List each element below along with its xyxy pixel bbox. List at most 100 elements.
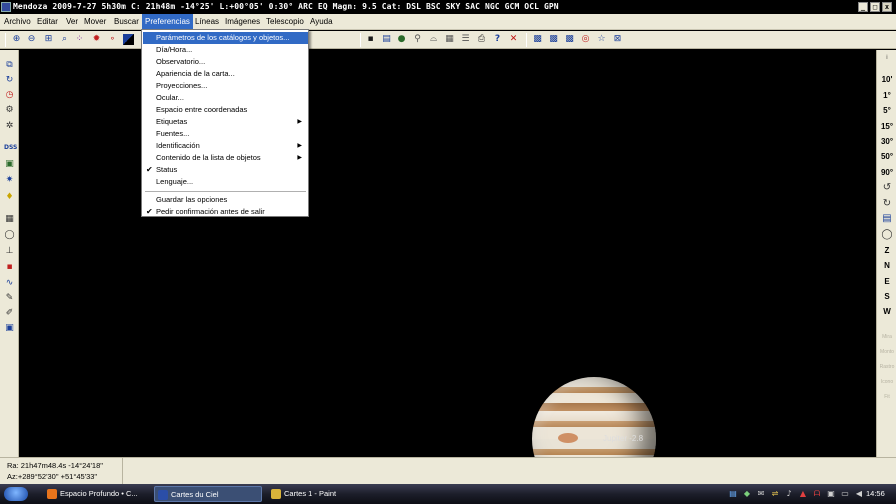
mount-icon[interactable]: ▤ [881,213,893,225]
help-icon[interactable]: ? [492,34,503,45]
close-button[interactable]: x [882,2,892,12]
image-icon[interactable]: ▣ [4,159,15,170]
antivirus-icon[interactable]: ▲ [798,489,808,499]
menu-lineas[interactable]: Líneas [192,14,222,30]
fov-50deg[interactable]: 50° [877,151,896,162]
zoom-out-icon[interactable]: ⊖ [26,34,37,45]
refresh-icon[interactable]: ↻ [4,75,15,86]
dd-projections[interactable]: Proyecciones... [143,80,308,92]
horizon-circle-icon[interactable]: ◯ [881,229,893,241]
dd-confirm-exit[interactable]: ✔ Pedir confirmación antes de salir [143,206,308,218]
fov-30deg[interactable]: 30° [877,136,896,147]
task-paint[interactable]: Cartes 1 - Paint [268,486,372,502]
grid-ecl-icon[interactable]: ▩ [564,34,575,45]
menu-mover[interactable]: Mover [81,14,109,30]
telescope-track-button[interactable]: Rastro [877,362,896,373]
direction-east[interactable]: E [877,276,896,287]
clock-icon[interactable]: ◷ [4,90,15,101]
save-icon[interactable]: ▪ [365,34,376,45]
pencil-icon[interactable]: ✎ [4,293,15,304]
open-icon[interactable]: ▤ [381,34,392,45]
jupiter-planet[interactable] [532,377,656,457]
rotate-left-icon[interactable]: ↺ [881,182,893,194]
display-icon[interactable]: ▣ [826,489,836,499]
planet-icon[interactable]: ∘ [107,34,118,45]
bulb-icon[interactable]: ♦ [4,192,15,203]
dd-date-time[interactable]: Día/Hora... [143,44,308,56]
calendar-icon[interactable]: ▦ [444,34,455,45]
telescope-mount-button[interactable]: Monto [877,347,896,358]
target-icon[interactable]: ◎ [580,34,591,45]
constellation-icon[interactable]: ⁘ [74,34,85,45]
menu-archivo[interactable]: Archivo [1,14,34,30]
fov-1deg[interactable]: 1° [877,90,896,101]
boundaries-icon[interactable]: ⊠ [612,34,623,45]
rotate-right-icon[interactable]: ↻ [881,198,893,210]
globe-icon[interactable]: ● [396,34,407,45]
speaker-icon[interactable]: ♪ [784,489,794,499]
fov-90deg[interactable]: 90° [877,167,896,178]
start-button[interactable] [4,487,28,501]
dd-fonts[interactable]: Fuentes... [143,128,308,140]
zoom-in-icon[interactable]: ⊕ [11,34,22,45]
grid-alt-icon[interactable]: ▩ [548,34,559,45]
curve-icon[interactable]: ∿ [4,278,15,289]
menu-ayuda[interactable]: Ayuda [307,14,336,30]
dd-status[interactable]: ✔ Status [143,164,308,176]
sun-icon[interactable]: ✹ [91,34,102,45]
circle-icon[interactable]: ◯ [4,230,15,241]
direction-zenith[interactable]: Z [877,245,896,256]
network-icon[interactable]: ▤ [728,489,738,499]
direction-west[interactable]: W [877,306,896,317]
volume-icon[interactable]: ◀ [854,489,864,499]
dd-labels[interactable]: Etiquetas ▶ [143,116,308,128]
fov-10min[interactable]: 10' [877,74,896,85]
dd-identification[interactable]: Identificación ▶ [143,140,308,152]
map-icon[interactable]: ▣ [4,323,15,334]
fov-15deg[interactable]: 15° [877,121,896,132]
shield-icon[interactable]: ◆ [742,489,752,499]
calculator-icon[interactable]: ▦ [4,214,15,225]
menu-buscar[interactable]: Buscar [111,14,142,30]
list-icon[interactable]: ☰ [460,34,471,45]
menu-imagenes[interactable]: Imágenes [222,14,263,30]
pen-icon[interactable]: ✐ [4,308,15,319]
constellation-lines-icon[interactable]: ☆ [596,34,607,45]
menu-ver[interactable]: Ver [63,14,81,30]
horizon-icon[interactable]: ⌓ [428,34,439,45]
telescope-icon[interactable]: ⚲ [412,34,423,45]
dss-icon[interactable]: DSS [4,142,17,153]
copy-icon[interactable]: ⧉ [4,60,15,71]
dd-eyepiece[interactable]: Ocular... [143,92,308,104]
print-icon[interactable]: ⎙ [476,34,487,45]
telescope-fit-button[interactable]: Fit [877,392,896,403]
direction-south[interactable]: S [877,291,896,302]
grid-eq-icon[interactable]: ▩ [532,34,543,45]
dd-catalog-params[interactable]: Parámetros de los catálogos y objetos... [143,32,308,44]
scope-icon[interactable]: ⊥ [4,246,15,257]
clock[interactable]: 14:56 [866,484,885,504]
dd-observatory[interactable]: Observatorio... [143,56,308,68]
dd-save-options[interactable]: Guardar las opciones [143,194,308,206]
mail-icon[interactable]: ✉ [756,489,766,499]
star-chart-icon[interactable]: ✷ [4,175,15,186]
color-icon[interactable] [123,34,134,45]
acrobat-icon[interactable]: ᗩ [812,489,822,499]
zoom-window-icon[interactable]: ⊞ [43,34,54,45]
exit-icon[interactable]: ✕ [508,34,519,45]
task-espacio-profundo[interactable]: Espacio Profundo • C... [44,486,148,502]
menu-preferencias[interactable]: Preferencias [142,14,193,30]
search-icon[interactable]: ⌕ [59,34,70,45]
maximize-button[interactable]: □ [870,2,880,12]
telescope-icon-button[interactable]: Icono [877,377,896,388]
fov-5deg[interactable]: 5° [877,105,896,116]
menu-telescopio[interactable]: Telescopio [263,14,307,30]
dd-chart-appearance[interactable]: Apariencia de la carta... [143,68,308,80]
task-cartes-du-ciel[interactable]: Cartes du Ciel [154,486,262,502]
usb-icon[interactable]: ⇌ [770,489,780,499]
dd-language[interactable]: Lenguaje... [143,176,308,188]
minimize-button[interactable]: _ [858,2,868,12]
monitor-icon[interactable]: ▭ [840,489,850,499]
menu-editar[interactable]: Editar [34,14,61,30]
settings-icon[interactable]: ✲ [4,121,15,132]
